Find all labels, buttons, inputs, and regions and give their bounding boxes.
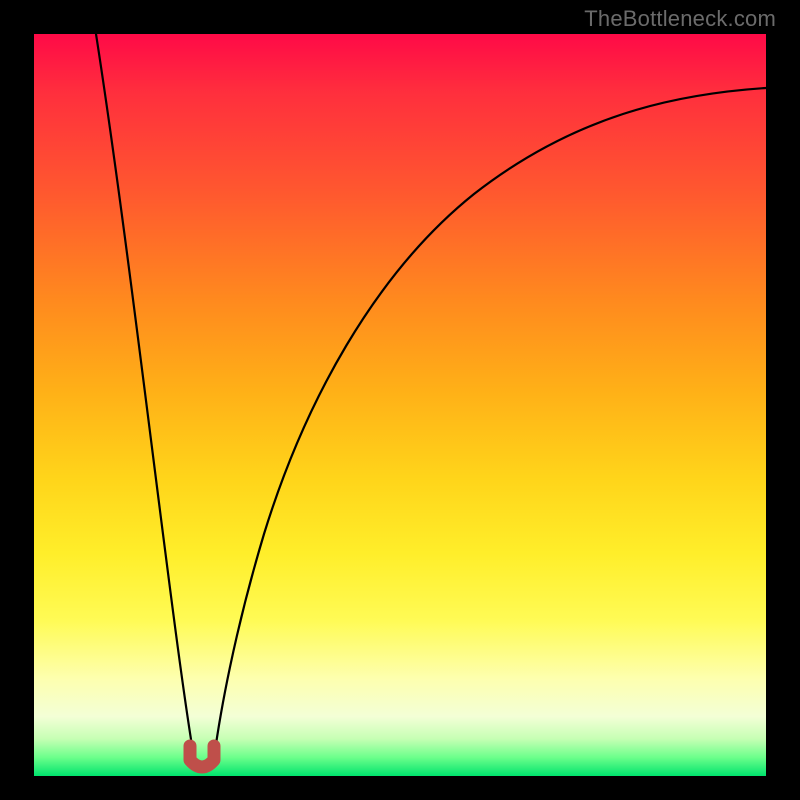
curve-left-branch <box>96 34 194 758</box>
curve-right-branch <box>214 88 766 758</box>
plot-area <box>34 34 766 776</box>
watermark-text: TheBottleneck.com <box>584 6 776 32</box>
chart-frame: TheBottleneck.com <box>0 0 800 800</box>
chart-svg <box>34 34 766 776</box>
min-marker <box>190 746 214 767</box>
